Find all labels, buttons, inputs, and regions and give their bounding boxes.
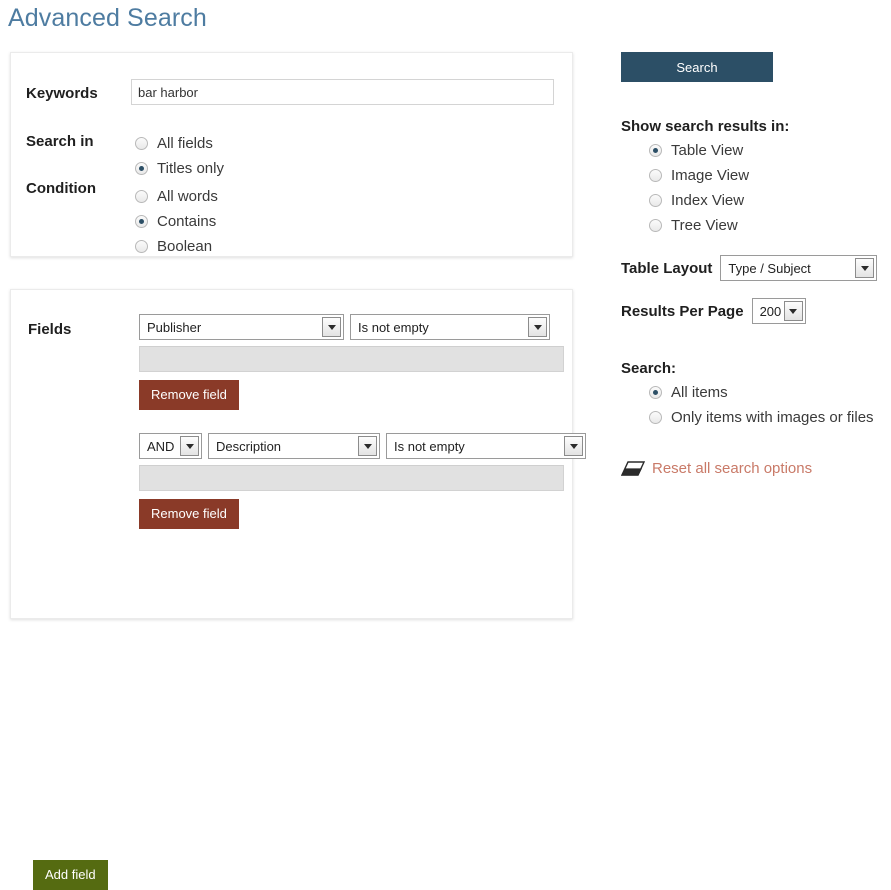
radio-icon — [135, 137, 148, 150]
radio-all-items[interactable]: All items — [649, 380, 889, 405]
radio-label: Boolean — [157, 238, 213, 255]
search-button[interactable]: Search — [621, 52, 773, 82]
page-title: Advanced Search — [8, 4, 207, 32]
field-row-selects: AND Description Is not empty — [139, 433, 586, 459]
table-layout-select[interactable]: Type / Subject — [720, 255, 878, 281]
field-value-input[interactable] — [139, 465, 564, 491]
radio-label: Image View — [671, 167, 750, 184]
field-select[interactable]: Publisher — [139, 314, 344, 340]
operator-select[interactable]: Is not empty — [350, 314, 550, 340]
chevron-down-icon[interactable] — [528, 317, 547, 337]
view-radio-group: Table View Image View Index View Tree Vi… — [649, 138, 889, 238]
operator-select-value: Is not empty — [358, 319, 429, 335]
search-in-radio-group: All fields Titles only — [135, 131, 224, 181]
radio-label: All words — [157, 188, 218, 205]
radio-index-view[interactable]: Index View — [649, 188, 889, 213]
radio-label: Tree View — [671, 217, 738, 234]
chevron-down-icon[interactable] — [322, 317, 341, 337]
table-layout-row: Table Layout Type / Subject — [621, 255, 889, 281]
radio-table-view[interactable]: Table View — [649, 138, 889, 163]
radio-label: Titles only — [157, 160, 224, 177]
field-value-input[interactable] — [139, 346, 564, 372]
radio-icon-selected — [649, 144, 662, 157]
radio-label: All fields — [157, 135, 213, 152]
remove-field-button[interactable]: Remove field — [139, 499, 239, 529]
radio-icon — [649, 194, 662, 207]
radio-image-view[interactable]: Image View — [649, 163, 889, 188]
radio-icon — [135, 190, 148, 203]
keywords-input[interactable] — [131, 79, 554, 105]
radio-all-words[interactable]: All words — [135, 184, 218, 209]
join-select-value: AND — [147, 438, 175, 454]
show-results-heading: Show search results in: — [621, 118, 790, 135]
radio-label: Contains — [157, 213, 217, 230]
chevron-down-icon[interactable] — [783, 301, 803, 321]
operator-select-value: Is not empty — [394, 438, 465, 454]
join-select[interactable]: AND — [139, 433, 202, 459]
condition-radio-group: All words Contains Boolean — [135, 184, 218, 259]
radio-icon — [135, 240, 148, 253]
advanced-fields-panel: Fields Publisher Is not empty Remove fie… — [10, 289, 586, 890]
reset-search-options-link[interactable]: Reset all search options — [621, 460, 889, 477]
right-sidebar: Search Show search results in: Table Vie… — [621, 52, 889, 477]
radio-icon-selected — [649, 386, 662, 399]
radio-only-items-with-files[interactable]: Only items with images or files — [649, 405, 889, 430]
remove-field-button[interactable]: Remove field — [139, 380, 239, 410]
basic-search-panel: Keywords Search in All fields Titles onl… — [10, 52, 573, 257]
results-per-page-value: 200 — [759, 303, 782, 319]
results-per-page-row: Results Per Page 200 — [621, 298, 889, 324]
radio-titles-only[interactable]: Titles only — [135, 156, 224, 181]
search-scope-radio-group: All items Only items with images or file… — [649, 380, 889, 430]
radio-icon — [649, 411, 662, 424]
radio-icon — [649, 169, 662, 182]
add-field-button[interactable]: Add field — [33, 860, 108, 890]
radio-boolean[interactable]: Boolean — [135, 234, 218, 259]
operator-select[interactable]: Is not empty — [386, 433, 586, 459]
left-column: Keywords Search in All fields Titles onl… — [10, 52, 586, 890]
radio-all-fields[interactable]: All fields — [135, 131, 224, 156]
fields-label: Fields — [28, 321, 72, 338]
results-per-page-select[interactable]: 200 — [751, 298, 806, 324]
keywords-label: Keywords — [26, 85, 98, 102]
radio-label: Table View — [671, 142, 744, 159]
radio-icon — [649, 219, 662, 232]
field-select-value: Publisher — [147, 319, 202, 335]
radio-icon-selected — [135, 162, 148, 175]
chevron-down-icon[interactable] — [180, 436, 199, 456]
field-row-selects: Publisher Is not empty — [139, 314, 564, 340]
chevron-down-icon[interactable] — [564, 436, 583, 456]
eraser-icon — [621, 460, 645, 476]
radio-contains[interactable]: Contains — [135, 209, 218, 234]
search-in-label: Search in — [26, 133, 94, 150]
chevron-down-icon[interactable] — [358, 436, 377, 456]
field-select-value: Description — [216, 438, 282, 454]
radio-label: Index View — [671, 192, 745, 209]
table-layout-value: Type / Subject — [728, 260, 811, 276]
table-layout-label: Table Layout — [621, 259, 713, 277]
radio-icon-selected — [135, 215, 148, 228]
field-row: AND Description Is not empty Remove fiel… — [139, 433, 586, 529]
reset-search-options-label: Reset all search options — [652, 460, 813, 477]
chevron-down-icon[interactable] — [855, 258, 875, 278]
radio-label: All items — [671, 384, 728, 401]
search-scope-heading: Search: — [621, 360, 677, 377]
field-row: Publisher Is not empty Remove field — [139, 314, 564, 410]
condition-label: Condition — [26, 180, 96, 197]
results-per-page-label: Results Per Page — [621, 302, 744, 320]
radio-tree-view[interactable]: Tree View — [649, 213, 889, 238]
radio-label: Only items with images or files — [671, 409, 874, 426]
field-select[interactable]: Description — [208, 433, 380, 459]
